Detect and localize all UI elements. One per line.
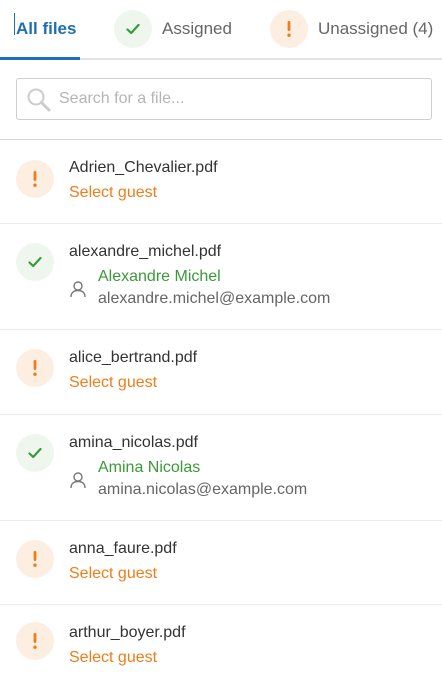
check-icon: [16, 434, 54, 472]
tab-assigned[interactable]: Assigned: [114, 0, 232, 58]
file-row[interactable]: alexandre_michel.pdf Alexandre Michel al…: [0, 224, 442, 330]
person-icon: [69, 471, 87, 489]
search-box: [16, 78, 432, 120]
check-icon: [16, 243, 54, 281]
guest-name: Alexandre Michel: [98, 268, 221, 285]
file-name: alice_bertrand.pdf: [69, 349, 198, 366]
tab-assigned-label: Assigned: [162, 19, 232, 38]
select-guest-link[interactable]: Select guest: [69, 184, 157, 202]
tab-all-files[interactable]: All files: [0, 0, 80, 60]
search-input[interactable]: [59, 79, 427, 119]
exclamation-icon: [270, 10, 308, 48]
guest-email: amina.nicolas@example.com: [98, 481, 308, 498]
tab-all-files-label: All files: [16, 19, 77, 38]
file-assignment-panel: All files Assigned Unassigned (4) Search…: [0, 0, 442, 682]
guest-email: alexandre.michel@example.com: [98, 290, 331, 307]
text-caret: [14, 13, 15, 35]
file-name: Adrien_Chevalier.pdf: [69, 159, 218, 176]
select-guest-link[interactable]: Select guest: [69, 649, 157, 667]
file-name: amina_nicolas.pdf: [69, 434, 198, 451]
exclamation-icon: [16, 349, 54, 387]
exclamation-icon: [16, 540, 54, 578]
search-icon: [26, 87, 52, 113]
file-row[interactable]: amina_nicolas.pdf Amina Nicolas amina.ni…: [0, 415, 442, 521]
tab-bar: All files Assigned Unassigned (4): [0, 0, 442, 60]
file-row[interactable]: alice_bertrand.pdf Select guest: [0, 330, 442, 415]
check-icon: [114, 10, 152, 48]
tab-unassigned[interactable]: Unassigned (4): [270, 0, 433, 58]
file-row[interactable]: arthur_boyer.pdf Select guest: [0, 605, 442, 682]
tab-unassigned-label: Unassigned (4): [318, 19, 434, 38]
file-row[interactable]: Adrien_Chevalier.pdf Select guest: [0, 140, 442, 224]
guest-name: Amina Nicolas: [98, 459, 201, 476]
select-guest-link[interactable]: Select guest: [69, 565, 157, 583]
active-tab-indicator: [0, 57, 80, 60]
file-name: arthur_boyer.pdf: [69, 624, 186, 641]
file-name: anna_faure.pdf: [69, 540, 177, 557]
select-guest-link[interactable]: Select guest: [69, 374, 157, 392]
exclamation-icon: [16, 622, 54, 660]
file-name: alexandre_michel.pdf: [69, 243, 222, 260]
file-row[interactable]: anna_faure.pdf Select guest: [0, 521, 442, 605]
person-icon: [69, 280, 87, 298]
exclamation-icon: [16, 160, 54, 198]
